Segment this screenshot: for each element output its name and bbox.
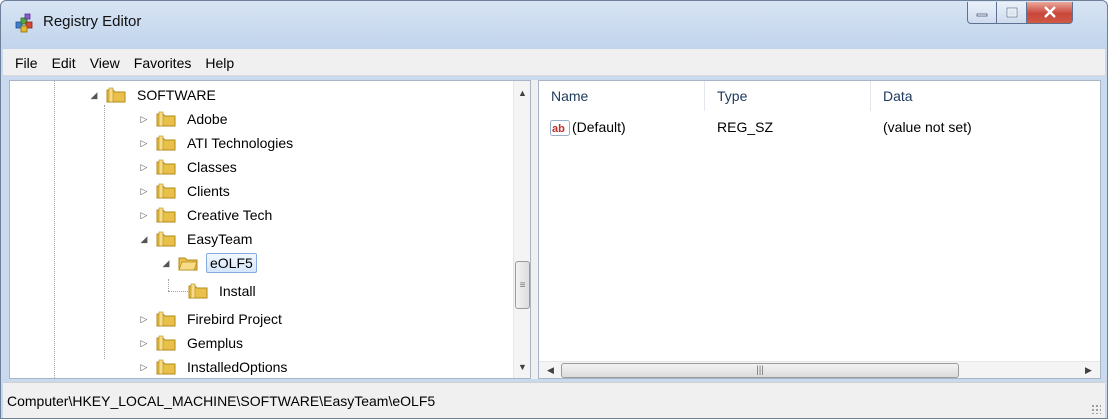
folder-icon	[156, 358, 178, 376]
close-icon	[1043, 5, 1057, 21]
collapsed-arrow-icon[interactable]: ▷	[138, 161, 150, 173]
collapsed-arrow-icon[interactable]: ▷	[138, 337, 150, 349]
values-list[interactable]: Name Type Data ab (Default) REG_SZ (valu…	[538, 80, 1101, 379]
tree-guide-line	[168, 279, 169, 291]
status-path: Computer\HKEY_LOCAL_MACHINE\SOFTWARE\Eas…	[7, 392, 436, 409]
folder-icon	[156, 206, 178, 224]
tree-item-label: InstalledOptions	[187, 359, 288, 375]
value-name: (Default)	[572, 119, 626, 135]
tree-item-gemplus[interactable]: ▷ Gemplus	[138, 331, 246, 355]
tree-item-label: Install	[219, 283, 256, 299]
collapsed-arrow-icon[interactable]: ▷	[138, 313, 150, 325]
tree-item-installedoptions[interactable]: ▷ InstalledOptions	[138, 355, 290, 378]
tree-item-easyteam[interactable]: ◢ EasyTeam	[138, 227, 255, 251]
scroll-thumb[interactable]: ≡	[515, 261, 530, 309]
tree-vertical-scrollbar[interactable]: ▲ ≡ ▼	[513, 81, 530, 378]
tree-item-adobe[interactable]: ▷ Adobe	[138, 107, 230, 131]
tree-item-eolf5[interactable]: ◢ eOLF5	[160, 251, 257, 275]
tree-guide-line	[104, 105, 105, 359]
collapsed-arrow-icon[interactable]: ▷	[138, 185, 150, 197]
svg-text:ab: ab	[552, 123, 565, 135]
tree-item-install[interactable]: Install	[182, 279, 259, 303]
folder-icon	[156, 134, 178, 152]
status-bar: Computer\HKEY_LOCAL_MACHINE\SOFTWARE\Eas…	[3, 382, 1105, 418]
menu-view[interactable]: View	[84, 53, 128, 71]
menu-favorites[interactable]: Favorites	[128, 53, 200, 71]
tree-item-clients[interactable]: ▷ Clients	[138, 179, 233, 203]
folder-icon	[156, 182, 178, 200]
folder-icon	[156, 310, 178, 328]
tree-item-label: SOFTWARE	[137, 87, 216, 103]
folder-icon	[156, 230, 178, 248]
folder-icon	[188, 282, 210, 300]
expanded-arrow-icon[interactable]: ◢	[138, 233, 150, 245]
string-value-icon: ab	[550, 120, 570, 139]
tree-item-creative-tech[interactable]: ▷ Creative Tech	[138, 203, 275, 227]
tree-item-label: EasyTeam	[187, 231, 253, 247]
values-horizontal-scrollbar[interactable]: ◀ ||| ▶	[539, 361, 1100, 378]
column-header-data[interactable]: Data	[871, 81, 1100, 111]
pane-splitter[interactable]	[531, 80, 538, 379]
window-title: Registry Editor	[43, 13, 142, 30]
tree-item-label: ATI Technologies	[187, 135, 294, 151]
scroll-thumb[interactable]: |||	[561, 363, 959, 378]
menu-help[interactable]: Help	[199, 53, 242, 71]
tree-guide-line	[54, 81, 55, 378]
open-folder-icon	[178, 254, 200, 272]
tree-item-label: Classes	[187, 159, 237, 175]
maximize-icon	[1006, 5, 1018, 21]
registry-editor-window: Registry Editor File Edit View Favorites…	[0, 0, 1108, 419]
collapsed-arrow-icon[interactable]: ▷	[138, 137, 150, 149]
value-type: REG_SZ	[717, 119, 774, 135]
tree-item-label: Firebird Project	[187, 311, 282, 327]
tree-item-label: Clients	[187, 183, 230, 199]
minimize-icon	[976, 5, 988, 21]
folder-icon	[156, 334, 178, 352]
folder-icon	[156, 158, 178, 176]
resize-grip-icon[interactable]	[1091, 404, 1101, 414]
folder-icon	[156, 110, 178, 128]
tree-item-label: Creative Tech	[187, 207, 273, 223]
scroll-up-arrow-icon[interactable]: ▲	[514, 84, 530, 101]
collapsed-arrow-icon[interactable]: ▷	[138, 209, 150, 221]
tree-item-ati-technologies[interactable]: ▷ ATI Technologies	[138, 131, 296, 155]
column-header-type[interactable]: Type	[705, 81, 871, 111]
folder-icon	[106, 86, 128, 104]
tree-item-software[interactable]: ◢ SOFTWARE	[88, 83, 219, 107]
registry-tree[interactable]: ◢ SOFTWARE ▷ Adobe ▷ ATI Technologies ▷ …	[9, 80, 531, 379]
column-header-name[interactable]: Name	[539, 81, 705, 111]
scroll-left-arrow-icon[interactable]: ◀	[542, 362, 559, 378]
title-bar[interactable]: Registry Editor	[1, 1, 1107, 49]
tree-item-classes[interactable]: ▷ Classes	[138, 155, 240, 179]
tree-item-label-selected: eOLF5	[206, 253, 257, 273]
value-data: (value not set)	[883, 119, 972, 135]
close-button[interactable]	[1027, 2, 1073, 24]
collapsed-arrow-icon[interactable]: ▷	[138, 361, 150, 373]
tree-item-label: Adobe	[187, 111, 228, 127]
tree-item-label: Gemplus	[187, 335, 244, 351]
menu-bar: File Edit View Favorites Help	[3, 49, 1105, 76]
expanded-arrow-icon[interactable]: ◢	[160, 257, 172, 269]
tree-item-firebird-project[interactable]: ▷ Firebird Project	[138, 307, 285, 331]
scroll-down-arrow-icon[interactable]: ▼	[514, 358, 530, 375]
menu-edit[interactable]: Edit	[46, 53, 84, 71]
expanded-arrow-icon[interactable]: ◢	[88, 89, 100, 101]
scroll-right-arrow-icon[interactable]: ▶	[1080, 362, 1097, 378]
maximize-button[interactable]	[997, 2, 1027, 24]
minimize-button[interactable]	[967, 2, 997, 24]
collapsed-arrow-icon[interactable]: ▷	[138, 113, 150, 125]
registry-editor-icon	[13, 12, 35, 34]
menu-file[interactable]: File	[9, 53, 46, 71]
